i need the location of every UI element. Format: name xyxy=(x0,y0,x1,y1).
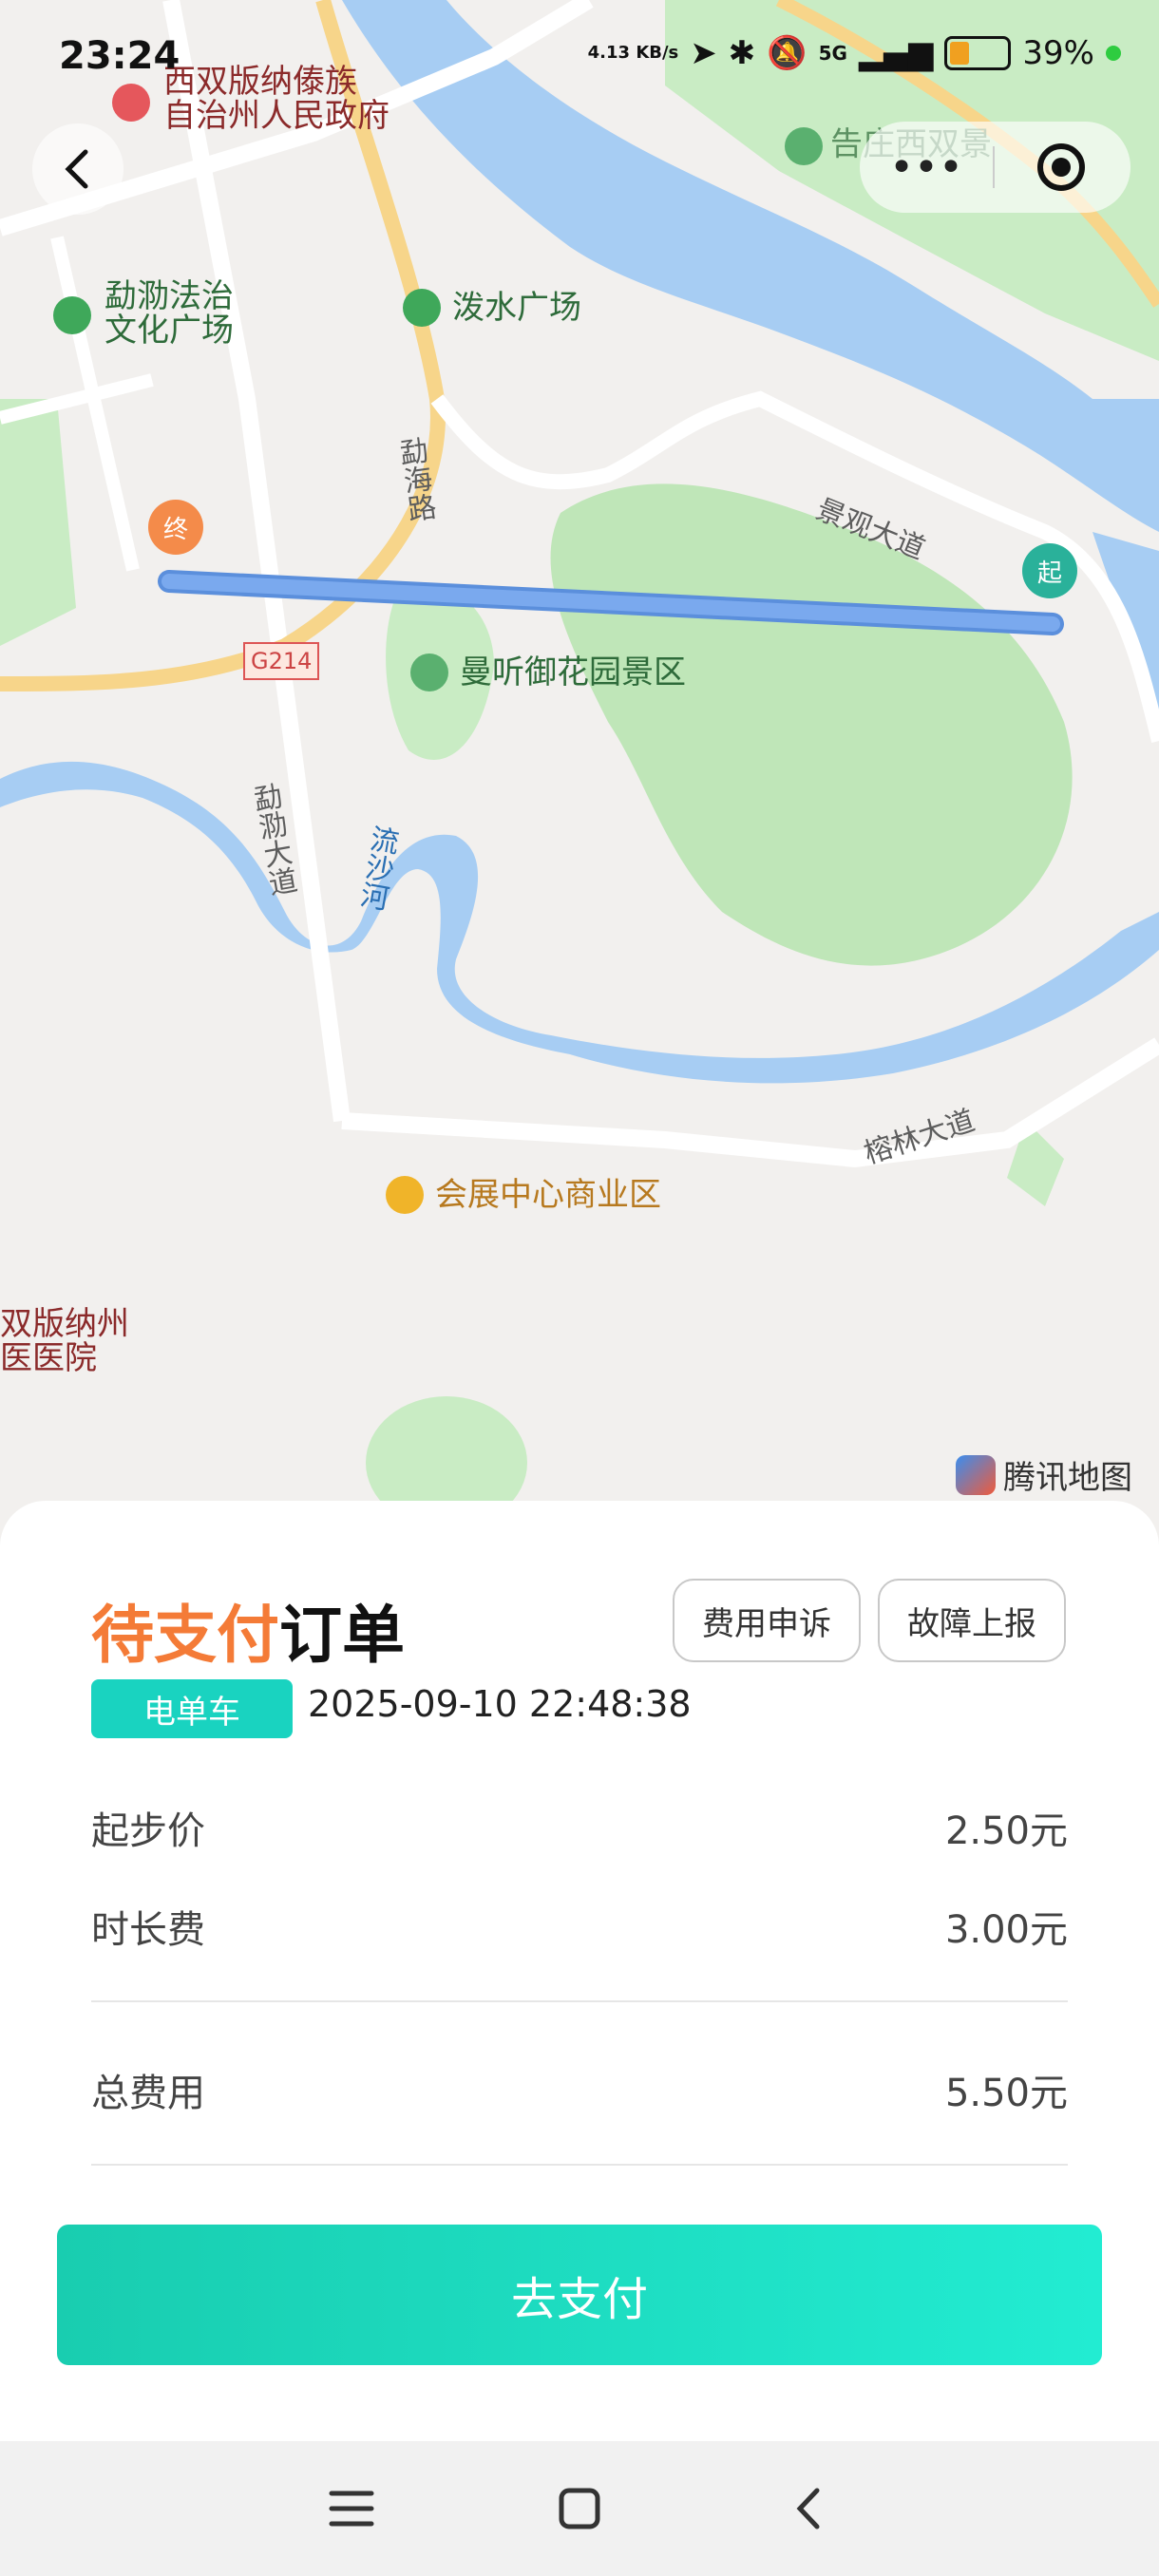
map-label-hospital: 双版纳州 医医院 xyxy=(0,1305,129,1377)
map-label-law-square: 勐泐法治 文化广场 xyxy=(104,277,234,350)
map-view[interactable]: 西双版纳傣族 自治州人民政府 勐泐法治 文化广场 泼水广场 告庄西双景 勐海路 … xyxy=(0,0,1159,1520)
mute-bell-icon: 🔕 xyxy=(767,34,808,72)
camera-indicator-icon xyxy=(1106,46,1121,61)
fault-report-button[interactable]: 故障上报 xyxy=(878,1579,1066,1662)
order-title: 待支付订单 xyxy=(91,1584,405,1676)
status-time: 23:24 xyxy=(59,34,180,78)
menu-button[interactable] xyxy=(318,2475,385,2542)
total-divider xyxy=(91,2164,1068,2166)
total-row: 总费用 5.50元 xyxy=(91,2061,1068,2118)
bluetooth-icon: ✱ xyxy=(728,34,756,72)
order-sheet: 待支付订单 费用申诉 故障上报 电单车 2025-09-10 22:48:38 … xyxy=(0,1501,1159,2441)
battery-percent: 39% xyxy=(1022,34,1094,72)
map-label-g214: G214 xyxy=(243,642,320,680)
map-label-expo: 会展中心商业区 xyxy=(435,1176,661,1214)
battery-icon xyxy=(944,36,1012,70)
fee-row: 起步价 2.50元 xyxy=(91,1799,1068,1856)
fee-label: 起步价 xyxy=(91,1809,205,1853)
tencent-map-icon xyxy=(956,1454,996,1495)
total-label: 总费用 xyxy=(91,2072,205,2115)
fee-value: 3.00元 xyxy=(944,1908,1068,1952)
fee-label: 时长费 xyxy=(91,1908,205,1952)
status-icons: 4.13 KB/s ➤ ✱ 🔕 5G ▂▄▆ 39% xyxy=(588,34,1121,72)
fee-appeal-button[interactable]: 费用申诉 xyxy=(673,1579,861,1662)
map-label-garden: 曼听御花园景区 xyxy=(460,653,686,691)
back-arrow-icon xyxy=(65,149,88,189)
home-square-icon xyxy=(559,2488,600,2529)
home-button[interactable] xyxy=(546,2475,613,2542)
fee-row: 时长费 3.00元 xyxy=(91,1898,1068,1955)
map-canvas xyxy=(0,0,1159,1520)
more-button[interactable]: ••• xyxy=(860,143,993,192)
fee-divider xyxy=(91,2000,1068,2002)
miniprogram-capsule: ••• xyxy=(860,122,1130,213)
net-speed: 4.13 KB/s xyxy=(587,43,679,63)
close-miniprogram-button[interactable] xyxy=(995,141,1128,194)
order-datetime: 2025-09-10 22:48:38 xyxy=(308,1683,692,1725)
tencent-map-logo: 腾讯地图 xyxy=(956,1451,1132,1498)
status-bar: 23:24 4.13 KB/s ➤ ✱ 🔕 5G ▂▄▆ 39% xyxy=(0,0,1159,114)
park-poi-icon xyxy=(403,289,441,327)
menu-icon xyxy=(329,2491,374,2527)
end-pin: 终 xyxy=(148,500,203,555)
order-status: 待支付 xyxy=(91,1599,279,1672)
target-icon xyxy=(1037,143,1085,191)
fee-value: 2.50元 xyxy=(944,1809,1068,1853)
pay-button[interactable]: 去支付 xyxy=(57,2225,1102,2365)
scenic-poi-icon xyxy=(785,127,823,165)
nav-back-button[interactable] xyxy=(774,2475,841,2542)
network-type: 5G xyxy=(818,42,847,65)
vehicle-type-tag: 电单车 xyxy=(91,1679,293,1738)
provider-label: 腾讯地图 xyxy=(1003,1459,1132,1497)
total-value: 5.50元 xyxy=(944,2072,1068,2115)
map-label-water-square: 泼水广场 xyxy=(452,289,581,327)
location-icon: ➤ xyxy=(690,34,717,72)
back-button[interactable] xyxy=(32,123,124,215)
signal-icon: ▂▄▆ xyxy=(858,34,934,72)
system-nav-bar xyxy=(0,2441,1159,2576)
order-title-suffix: 订单 xyxy=(279,1599,405,1672)
scenic-poi-icon xyxy=(410,653,448,691)
start-pin: 起 xyxy=(1022,543,1077,598)
nav-back-icon xyxy=(796,2488,820,2529)
park-poi-icon xyxy=(53,296,91,334)
shopping-poi-icon xyxy=(386,1176,424,1214)
